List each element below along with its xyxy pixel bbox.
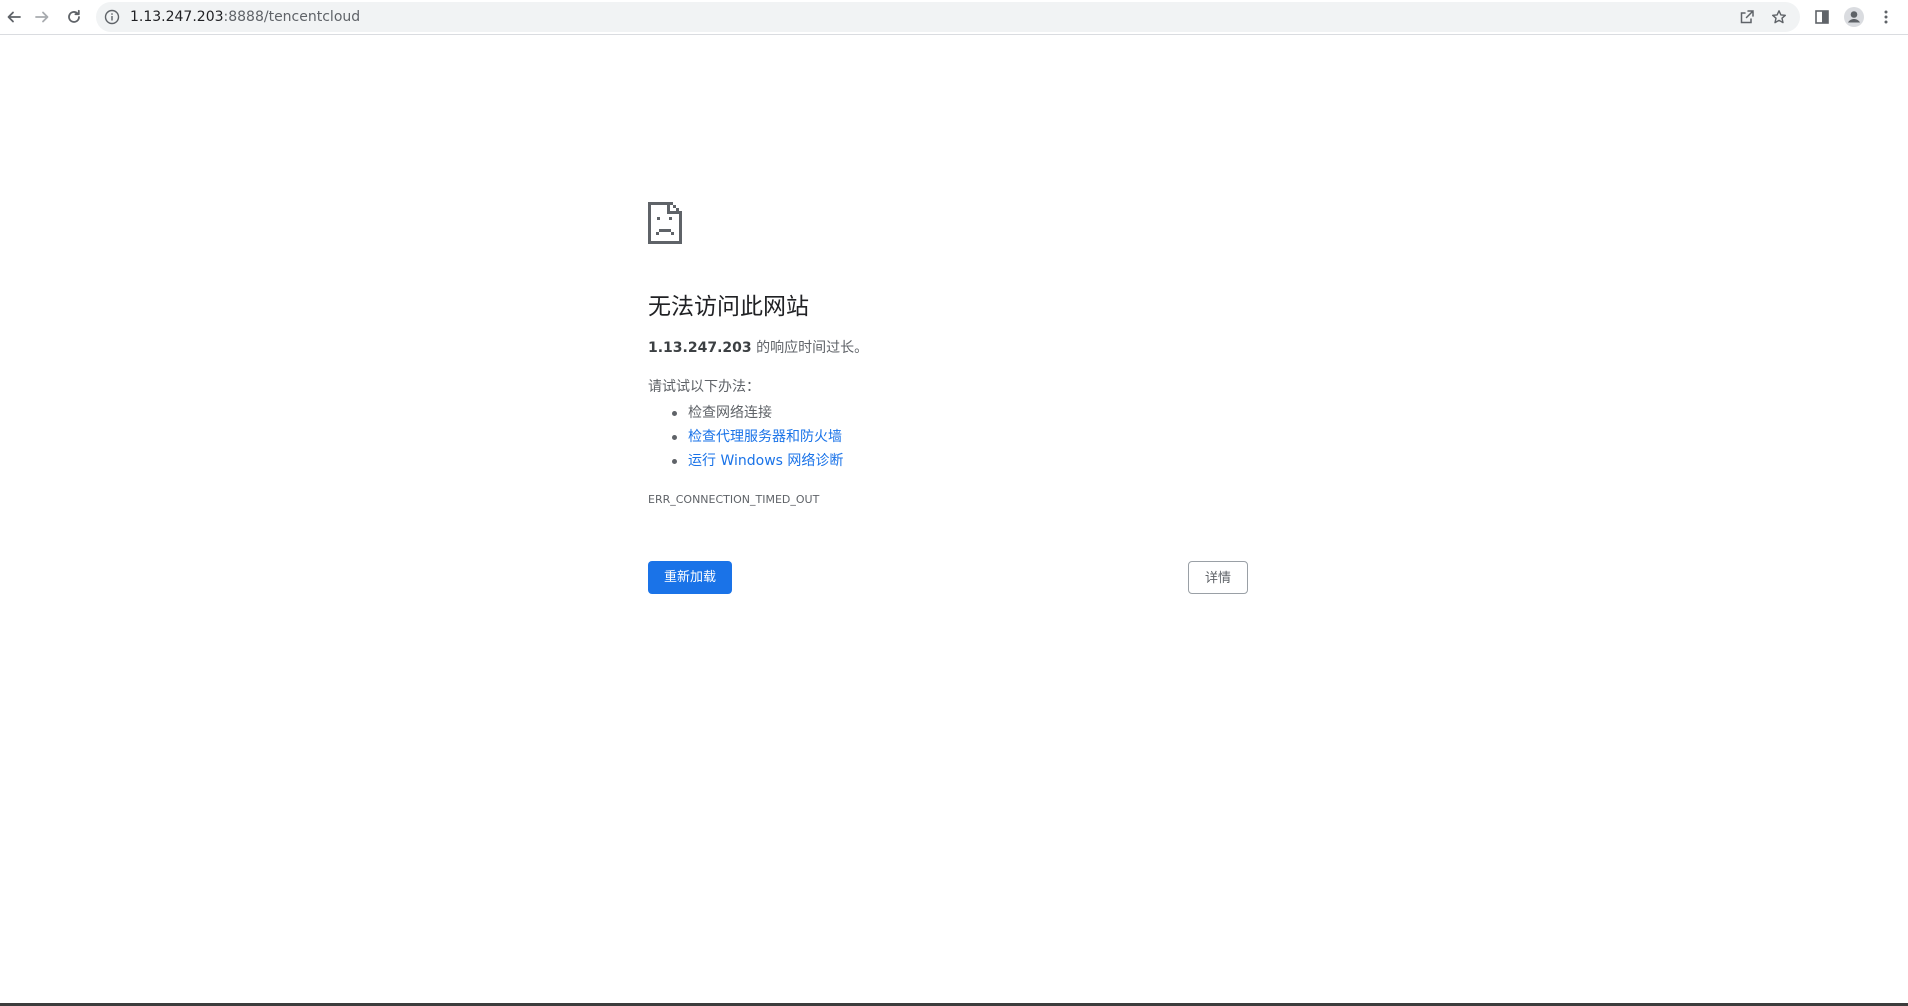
suggestion-check-proxy-link[interactable]: 检查代理服务器和防火墙: [671, 425, 843, 449]
bookmark-button[interactable]: [1765, 3, 1793, 31]
more-vert-icon: [1884, 10, 1888, 24]
error-summary-text: 的响应时间过长。: [751, 340, 869, 356]
url-text[interactable]: 1.13.247.203:8888/tencentcloud: [130, 9, 360, 25]
details-button[interactable]: 详情: [1188, 561, 1248, 594]
sad-document-icon: [648, 202, 682, 244]
suggestion-check-connection: 检查网络连接: [671, 401, 843, 425]
side-panel-button[interactable]: [1808, 3, 1836, 31]
error-code: ERR_CONNECTION_TIMED_OUT: [648, 493, 820, 506]
error-title: 无法访问此网站: [648, 294, 809, 320]
share-button[interactable]: [1733, 3, 1761, 31]
forward-arrow-icon: [35, 11, 49, 23]
info-icon[interactable]: [104, 9, 120, 25]
url-path: :8888/tencentcloud: [223, 9, 361, 25]
reload-page-button[interactable]: [60, 3, 88, 31]
reload-icon: [68, 9, 80, 23]
side-panel-icon: [1815, 10, 1829, 24]
error-host: 1.13.247.203: [648, 340, 752, 356]
suggestion-network-diagnostics-link[interactable]: 运行 Windows 网络诊断: [671, 449, 843, 473]
suggestions-list: 检查网络连接 检查代理服务器和防火墙 运行 Windows 网络诊断: [648, 401, 843, 473]
back-button[interactable]: [0, 3, 28, 31]
error-summary: 1.13.247.203 的响应时间过长。: [648, 338, 868, 358]
avatar-icon: [1844, 7, 1864, 27]
forward-button[interactable]: [28, 3, 56, 31]
menu-button[interactable]: [1872, 3, 1900, 31]
share-icon: [1740, 10, 1754, 24]
back-arrow-icon: [7, 11, 21, 23]
address-bar[interactable]: 1.13.247.203:8888/tencentcloud: [96, 2, 1800, 32]
profile-button[interactable]: [1840, 3, 1868, 31]
url-host: 1.13.247.203: [130, 9, 224, 25]
star-icon: [1772, 10, 1786, 24]
suggestions-heading: 请试试以下办法：: [648, 379, 760, 395]
browser-toolbar: 1.13.247.203:8888/tencentcloud: [0, 0, 1908, 35]
reload-button[interactable]: 重新加载: [648, 561, 733, 594]
